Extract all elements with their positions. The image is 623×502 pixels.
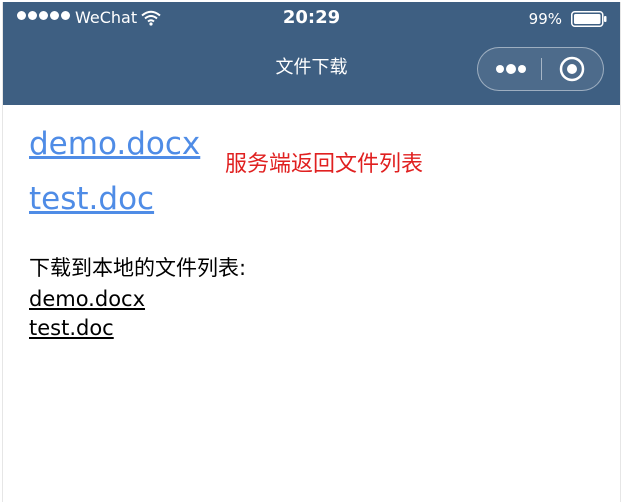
close-target-icon[interactable] (558, 55, 586, 83)
phone-screen: WeChat 20:29 99% 文件下载 demo.docx test.doc… (2, 2, 621, 502)
more-icon[interactable] (492, 48, 530, 89)
status-time: 20:29 (282, 7, 341, 28)
local-files-heading: 下载到本地的文件列表: (29, 256, 247, 280)
header: WeChat 20:29 99% 文件下载 (3, 2, 620, 105)
battery-percent: 99% (528, 10, 562, 28)
capsule-divider (541, 58, 542, 80)
status-bar: WeChat 20:29 99% (3, 2, 620, 36)
mini-program-capsule (477, 47, 604, 91)
remote-file-link[interactable]: test.doc (29, 180, 154, 218)
remote-file-link[interactable]: demo.docx (29, 125, 200, 163)
local-file-link[interactable]: test.doc (29, 314, 145, 343)
nav-bar: 文件下载 (3, 36, 620, 105)
remote-list-annotation: 服务端返回文件列表 (225, 152, 424, 177)
local-file-link[interactable]: demo.docx (29, 285, 145, 314)
battery-icon (571, 11, 607, 27)
local-file-list: demo.docx test.doc (29, 285, 145, 343)
